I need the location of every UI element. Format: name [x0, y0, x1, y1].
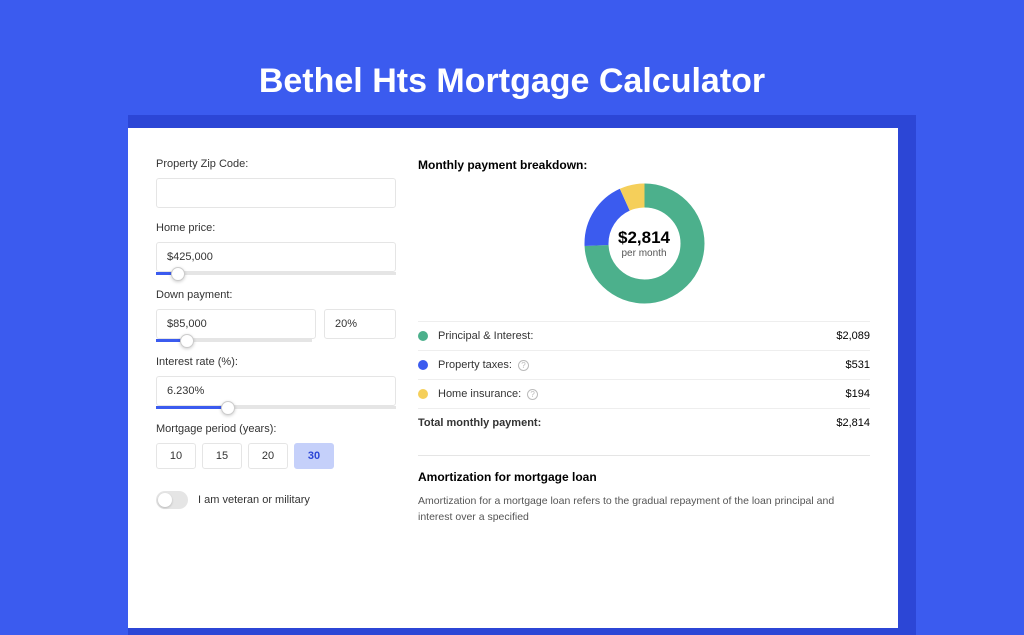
home-price-slider[interactable] [156, 272, 396, 275]
down-payment-amount-input[interactable] [156, 309, 316, 339]
legend-value-tax: $531 [846, 359, 870, 371]
period-option-10[interactable]: 10 [156, 443, 196, 469]
veteran-row: I am veteran or military [156, 491, 396, 509]
interest-field: Interest rate (%): [156, 356, 396, 409]
down-payment-percent-input[interactable] [324, 309, 396, 339]
amortization-panel: Amortization for mortgage loan Amortizat… [418, 455, 870, 526]
legend-row-ins: Home insurance:?$194 [418, 379, 870, 408]
veteran-toggle-knob [158, 493, 172, 507]
donut-chart: $2,814 per month [583, 182, 706, 305]
interest-slider-thumb[interactable] [221, 401, 235, 415]
interest-label: Interest rate (%): [156, 356, 396, 368]
period-field: Mortgage period (years): 10152030 [156, 423, 396, 469]
legend-label-ins: Home insurance:? [438, 388, 846, 400]
period-option-30[interactable]: 30 [294, 443, 334, 469]
home-price-field: Home price: [156, 222, 396, 275]
legend-dot-tax [418, 360, 428, 370]
legend-value-ins: $194 [846, 388, 870, 400]
zip-label: Property Zip Code: [156, 158, 396, 170]
total-row: Total monthly payment: $2,814 [418, 408, 870, 437]
amortization-title: Amortization for mortgage loan [418, 470, 870, 484]
period-options: 10152030 [156, 443, 396, 469]
legend-label-tax: Property taxes:? [438, 359, 846, 371]
legend-label-pi: Principal & Interest: [438, 330, 836, 342]
amortization-body: Amortization for a mortgage loan refers … [418, 494, 870, 526]
legend: Principal & Interest:$2,089Property taxe… [418, 321, 870, 408]
total-label: Total monthly payment: [418, 417, 836, 429]
period-option-20[interactable]: 20 [248, 443, 288, 469]
veteran-label: I am veteran or military [198, 494, 310, 506]
legend-dot-ins [418, 389, 428, 399]
input-column: Property Zip Code: Home price: Down paym… [156, 158, 396, 598]
zip-input[interactable] [156, 178, 396, 208]
page-title: Bethel Hts Mortgage Calculator [0, 0, 1024, 101]
period-label: Mortgage period (years): [156, 423, 396, 435]
donut-value: $2,814 [618, 228, 670, 248]
interest-input[interactable] [156, 376, 396, 406]
legend-dot-pi [418, 331, 428, 341]
interest-slider[interactable] [156, 406, 396, 409]
calculator-card: Property Zip Code: Home price: Down paym… [128, 128, 898, 628]
breakdown-panel: Monthly payment breakdown: $2,814 per mo… [418, 158, 870, 437]
down-payment-field: Down payment: [156, 289, 396, 342]
veteran-toggle[interactable] [156, 491, 188, 509]
info-icon[interactable]: ? [518, 360, 529, 371]
donut-chart-wrap: $2,814 per month [418, 182, 870, 305]
home-price-label: Home price: [156, 222, 396, 234]
donut-caption: per month [621, 248, 666, 259]
legend-row-pi: Principal & Interest:$2,089 [418, 321, 870, 350]
home-price-input[interactable] [156, 242, 396, 272]
legend-row-tax: Property taxes:?$531 [418, 350, 870, 379]
down-payment-slider[interactable] [156, 339, 312, 342]
period-option-15[interactable]: 15 [202, 443, 242, 469]
interest-slider-fill [156, 406, 228, 409]
home-price-slider-thumb[interactable] [171, 267, 185, 281]
breakdown-title: Monthly payment breakdown: [418, 158, 870, 172]
down-payment-label: Down payment: [156, 289, 396, 301]
donut-center: $2,814 per month [583, 182, 706, 305]
total-value: $2,814 [836, 417, 870, 429]
results-column: Monthly payment breakdown: $2,814 per mo… [418, 158, 870, 598]
zip-field: Property Zip Code: [156, 158, 396, 208]
info-icon[interactable]: ? [527, 389, 538, 400]
down-payment-slider-thumb[interactable] [180, 334, 194, 348]
legend-value-pi: $2,089 [836, 330, 870, 342]
